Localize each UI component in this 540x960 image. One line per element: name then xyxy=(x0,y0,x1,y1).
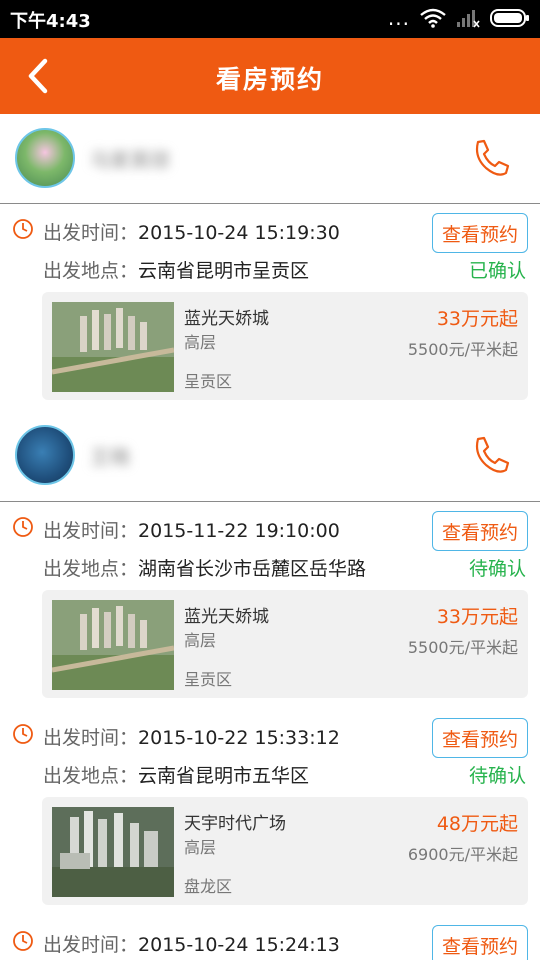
depart-place-value: 云南省昆明市呈贡区 xyxy=(138,260,310,282)
property-thumbnail xyxy=(52,302,174,392)
view-appointment-button[interactable]: 查看预约 xyxy=(432,718,528,758)
battery-icon xyxy=(490,9,529,27)
view-appointment-button[interactable]: 查看预约 xyxy=(432,213,528,253)
appointment-item: 出发时间：2015-11-22 19:10:00 出发地点：湖南省长沙市岳麓区岳… xyxy=(0,502,540,709)
phone-icon[interactable] xyxy=(468,136,512,180)
property-area: 呈贡区 xyxy=(184,372,233,391)
depart-time-value: 2015-11-22 19:10:00 xyxy=(138,520,340,542)
status-bar: 下午4:43 ... xyxy=(0,0,540,38)
user-name: 马家英琼 xyxy=(90,148,170,172)
status-icons: ... xyxy=(388,8,530,28)
depart-place-value: 湖南省长沙市岳麓区岳华路 xyxy=(138,558,367,580)
appointment-item: 出发时间：2015-10-22 15:33:12 出发地点：云南省昆明市五华区 … xyxy=(0,709,540,916)
property-price: 33万元起 xyxy=(436,606,518,628)
depart-time-label: 出发时间： xyxy=(43,222,139,244)
depart-place-row: 出发地点：云南省昆明市呈贡区 xyxy=(43,256,309,283)
property-unit-price: 5500元/平米起 xyxy=(407,638,518,657)
notification-dots-icon: ... xyxy=(387,6,410,30)
user-name: 王晓 xyxy=(90,445,130,469)
status-time: 下午4:43 xyxy=(10,11,91,32)
signal-icon xyxy=(457,10,480,28)
property-thumbnail xyxy=(52,807,174,897)
depart-time-value: 2015-10-22 15:33:12 xyxy=(138,727,340,749)
depart-time-row: 出发时间：2015-10-24 15:19:30 xyxy=(43,218,340,245)
appointment-item: 出发时间：2015-10-24 15:19:30 出发地点：云南省昆明市呈贡区 … xyxy=(0,204,540,411)
property-price: 33万元起 xyxy=(436,308,518,330)
depart-place-label: 出发地点： xyxy=(43,558,139,580)
view-appointment-button[interactable]: 查看预约 xyxy=(432,511,528,551)
property-unit-price: 5500元/平米起 xyxy=(407,340,518,359)
phone-icon[interactable] xyxy=(468,433,512,477)
depart-place-label: 出发地点： xyxy=(43,260,139,282)
property-name: 蓝光天娇城 xyxy=(184,309,269,329)
depart-time-value: 2015-10-24 15:19:30 xyxy=(138,222,340,244)
clock-icon xyxy=(13,931,33,951)
app-header: 看房预约 xyxy=(0,38,540,114)
property-card[interactable]: 蓝光天娇城 高层 呈贡区 33万元起 5500元/平米起 xyxy=(42,590,528,698)
depart-time-row: 出发时间：2015-10-24 15:24:13 xyxy=(43,930,340,957)
status-badge: 已确认 xyxy=(468,260,526,282)
depart-time-label: 出发时间： xyxy=(43,934,139,956)
clock-icon xyxy=(13,724,33,744)
appointment-item: 出发时间：2015-10-24 15:24:13 查看预约 xyxy=(0,916,540,960)
property-type: 高层 xyxy=(184,631,217,650)
depart-place-label: 出发地点： xyxy=(43,765,139,787)
depart-place-row: 出发地点：湖南省长沙市岳麓区岳华路 xyxy=(43,554,366,581)
view-appointment-button[interactable]: 查看预约 xyxy=(432,925,528,960)
status-badge: 待确认 xyxy=(468,558,526,580)
appointment-list[interactable]: 马家英琼 出发时间：2015-10-24 15:19:30 出发地点：云南省昆明… xyxy=(0,114,540,960)
property-name: 天宇时代广场 xyxy=(184,814,286,834)
property-card[interactable]: 天宇时代广场 高层 盘龙区 48万元起 6900元/平米起 xyxy=(42,797,528,905)
depart-place-row: 出发地点：云南省昆明市五华区 xyxy=(43,761,309,788)
clock-icon xyxy=(13,219,33,239)
property-area: 盘龙区 xyxy=(184,877,233,896)
property-type: 高层 xyxy=(184,333,217,352)
property-card[interactable]: 蓝光天娇城 高层 呈贡区 33万元起 5500元/平米起 xyxy=(42,292,528,400)
depart-time-label: 出发时间： xyxy=(43,727,139,749)
status-badge: 待确认 xyxy=(468,765,526,787)
avatar xyxy=(15,425,75,485)
property-type: 高层 xyxy=(184,838,217,857)
depart-time-value: 2015-10-24 15:24:13 xyxy=(138,934,340,956)
property-area: 呈贡区 xyxy=(184,670,233,689)
clock-icon xyxy=(13,517,33,537)
avatar xyxy=(15,128,75,188)
depart-place-value: 云南省昆明市五华区 xyxy=(138,765,310,787)
property-name: 蓝光天娇城 xyxy=(184,607,269,627)
depart-time-row: 出发时间：2015-10-22 15:33:12 xyxy=(43,723,340,750)
user-header: 马家英琼 xyxy=(0,114,540,204)
page-title: 看房预约 xyxy=(215,65,324,94)
depart-time-row: 出发时间：2015-11-22 19:10:00 xyxy=(43,516,340,543)
wifi-icon xyxy=(420,8,446,28)
property-thumbnail xyxy=(52,600,174,690)
user-header: 王晓 xyxy=(0,411,540,502)
property-unit-price: 6900元/平米起 xyxy=(407,845,518,864)
property-price: 48万元起 xyxy=(436,813,518,835)
depart-time-label: 出发时间： xyxy=(43,520,139,542)
